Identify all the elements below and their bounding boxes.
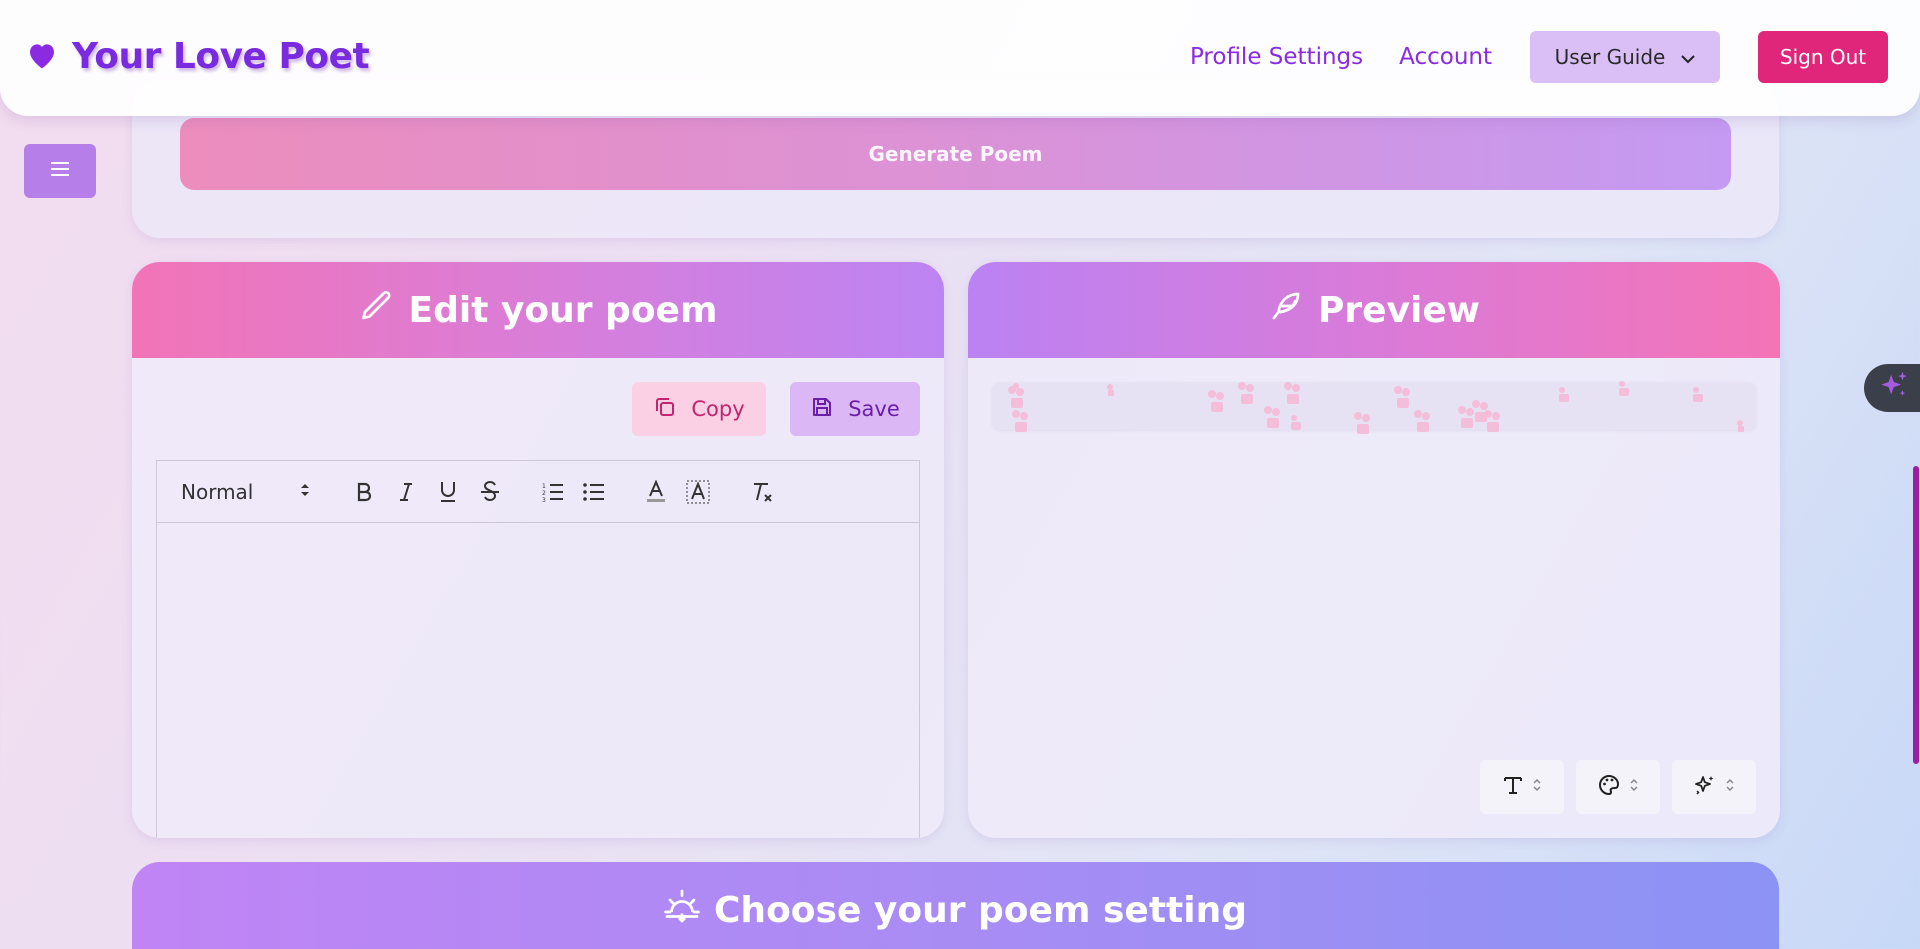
svg-text:3: 3 bbox=[542, 497, 546, 503]
heart-icon bbox=[26, 40, 58, 74]
poem-setting-header: Choose your poem setting bbox=[132, 862, 1779, 949]
brand-name: Your Love Poet bbox=[72, 36, 370, 77]
text-color-icon[interactable] bbox=[643, 479, 669, 505]
sidebar-toggle-button[interactable] bbox=[24, 144, 96, 198]
copy-button[interactable]: Copy bbox=[632, 382, 766, 436]
pencil-icon bbox=[359, 288, 395, 333]
strikethrough-icon[interactable] bbox=[477, 479, 503, 505]
italic-icon[interactable] bbox=[393, 479, 419, 505]
edit-panel-header: Edit your poem bbox=[132, 262, 944, 358]
brand[interactable]: Your Love Poet bbox=[26, 36, 370, 77]
ordered-list-icon[interactable]: 123 bbox=[540, 479, 566, 505]
bold-icon[interactable] bbox=[351, 479, 377, 505]
format-select[interactable]: Normal bbox=[181, 477, 311, 507]
editor-content-area[interactable] bbox=[157, 523, 919, 838]
poem-setting-card: Choose your poem setting bbox=[132, 862, 1779, 949]
page-scrollbar[interactable] bbox=[1912, 0, 1920, 949]
preview-panel-header: Preview bbox=[968, 262, 1780, 358]
user-guide-label: User Guide bbox=[1554, 45, 1666, 69]
profile-settings-link[interactable]: Profile Settings bbox=[1190, 44, 1363, 70]
copy-label: Copy bbox=[691, 397, 745, 421]
generate-poem-button[interactable]: Generate Poem bbox=[180, 118, 1731, 190]
chevron-down-icon bbox=[1681, 45, 1696, 69]
font-icon bbox=[1502, 774, 1524, 800]
copy-icon bbox=[653, 395, 677, 424]
updown-icon bbox=[299, 480, 311, 504]
svg-text:2: 2 bbox=[542, 490, 546, 497]
updown-chevron-icon bbox=[1532, 777, 1542, 797]
effects-selector[interactable] bbox=[1672, 760, 1756, 814]
floppy-icon bbox=[810, 395, 834, 424]
format-select-value: Normal bbox=[181, 480, 254, 504]
hamburger-icon bbox=[50, 161, 70, 181]
color-theme-selector[interactable] bbox=[1576, 760, 1660, 814]
top-navbar: Your Love Poet Profile Settings Account … bbox=[0, 0, 1920, 116]
font-selector[interactable] bbox=[1480, 760, 1564, 814]
updown-chevron-icon bbox=[1629, 777, 1639, 797]
underline-icon[interactable] bbox=[435, 479, 461, 505]
poem-setting-title: Choose your poem setting bbox=[714, 889, 1247, 931]
feather-icon bbox=[1268, 288, 1304, 333]
scrollbar-thumb[interactable] bbox=[1913, 466, 1919, 764]
flower-decorations bbox=[1008, 381, 1744, 434]
sign-out-button[interactable]: Sign Out bbox=[1758, 31, 1888, 83]
account-link[interactable]: Account bbox=[1399, 44, 1492, 70]
user-guide-dropdown[interactable]: User Guide bbox=[1530, 31, 1720, 83]
preview-panel-title: Preview bbox=[1317, 289, 1481, 331]
save-button[interactable]: Save bbox=[790, 382, 920, 436]
save-label: Save bbox=[848, 397, 900, 421]
editor-toolbar: Normal 123 bbox=[157, 461, 919, 523]
edit-panel: Edit your poem Copy Save Normal 1 2 3 bbox=[132, 262, 944, 838]
sunrise-icon bbox=[664, 888, 700, 933]
edit-panel-title: Edit your poem bbox=[408, 289, 718, 331]
updown-chevron-icon bbox=[1725, 777, 1735, 797]
sparkles-icon bbox=[1693, 773, 1717, 801]
preview-panel: Preview bbox=[968, 262, 1780, 838]
preview-content bbox=[992, 381, 1756, 434]
palette-icon bbox=[1597, 773, 1621, 801]
svg-text:1: 1 bbox=[542, 483, 546, 490]
sparkles-icon bbox=[1877, 369, 1911, 407]
rich-text-editor: Normal 123 bbox=[156, 460, 920, 838]
clear-format-icon[interactable] bbox=[749, 479, 775, 505]
background-color-icon[interactable] bbox=[685, 479, 711, 505]
bullet-list-icon[interactable] bbox=[581, 479, 607, 505]
